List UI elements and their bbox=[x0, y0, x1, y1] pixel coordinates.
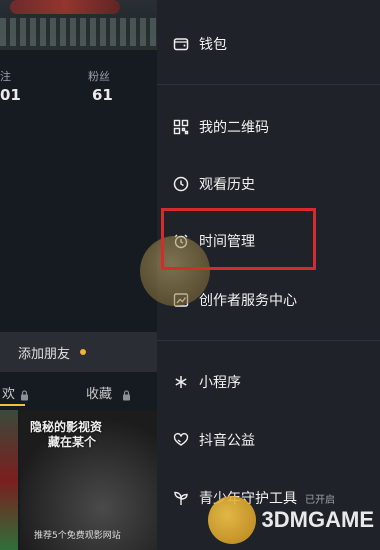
heart-hands-icon bbox=[173, 432, 189, 448]
asterisk-icon bbox=[173, 374, 189, 390]
menu-item-label: 小程序 bbox=[199, 375, 241, 391]
followers-count[interactable]: 61 bbox=[92, 86, 113, 104]
banner-pattern bbox=[0, 18, 157, 46]
menu-item-wallet[interactable]: 钱包 bbox=[173, 32, 227, 56]
thumbnail-title-line1: 隐秘的影视资 bbox=[30, 420, 103, 434]
watermark: 3DMGAME bbox=[207, 496, 374, 544]
menu-item-mini-programs[interactable]: 小程序 bbox=[173, 370, 241, 394]
qr-code-icon bbox=[173, 119, 189, 135]
notification-dot bbox=[80, 349, 86, 355]
watermark-text: 3DMGAME bbox=[261, 507, 374, 532]
followers-label: 粉丝 bbox=[88, 70, 110, 83]
menu-divider bbox=[157, 84, 380, 85]
menu-item-label: 创作者服务中心 bbox=[199, 293, 297, 309]
clock-icon bbox=[173, 176, 189, 192]
thumbnail-caption: 推荐5个免费观影网站 bbox=[34, 531, 121, 541]
video-thumbnail[interactable] bbox=[0, 410, 18, 550]
menu-item-charity[interactable]: 抖音公益 bbox=[173, 428, 255, 452]
banner-neon-sign bbox=[10, 0, 120, 14]
lock-icon bbox=[122, 386, 131, 405]
watermark-logo bbox=[207, 496, 256, 544]
active-tab-indicator bbox=[0, 404, 25, 406]
lock-icon bbox=[20, 386, 29, 405]
add-friend-button[interactable]: 添加朋友 bbox=[0, 332, 157, 372]
thumbnail-title: 隐秘的影视资 藏在某个 bbox=[30, 420, 102, 450]
tab-favorites[interactable]: 收藏 bbox=[86, 383, 112, 402]
menu-item-qr-code[interactable]: 我的二维码 bbox=[173, 115, 269, 139]
highlight-box bbox=[161, 208, 316, 270]
menu-item-label: 钱包 bbox=[199, 37, 227, 53]
menu-item-label: 抖音公益 bbox=[199, 433, 255, 449]
following-count[interactable]: 01 bbox=[0, 86, 21, 104]
menu-item-watch-history[interactable]: 观看历史 bbox=[173, 172, 255, 196]
video-thumbnail[interactable]: 隐秘的影视资 藏在某个 推荐5个免费观影网站 bbox=[20, 410, 157, 550]
thumbnail-title-line2: 藏在某个 bbox=[48, 435, 97, 449]
add-friend-label: 添加朋友 bbox=[18, 347, 71, 362]
menu-divider bbox=[157, 340, 380, 341]
following-label: 注 bbox=[0, 70, 11, 83]
video-grid: 隐秘的影视资 藏在某个 推荐5个免费观影网站 bbox=[0, 410, 157, 550]
menu-item-label: 观看历史 bbox=[199, 177, 255, 193]
menu-item-label: 我的二维码 bbox=[199, 120, 269, 136]
profile-banner bbox=[0, 0, 157, 50]
wallet-icon bbox=[173, 36, 189, 52]
sprout-icon bbox=[173, 490, 189, 506]
profile-page-background: 注 01 粉丝 61 添加朋友 欢 收藏 隐秘的影视资 藏在某个 推荐5个免费观… bbox=[0, 0, 157, 550]
tab-likes[interactable]: 欢 bbox=[2, 383, 15, 402]
